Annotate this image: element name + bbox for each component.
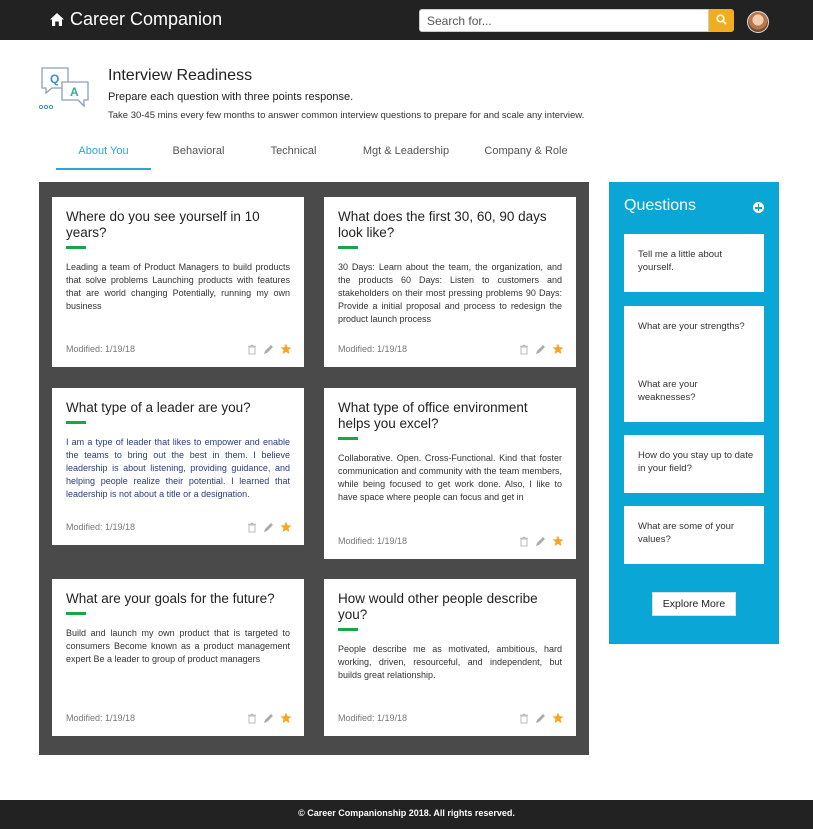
tab-company-role[interactable]: Company & Role	[471, 143, 581, 170]
pencil-icon[interactable]	[263, 522, 274, 533]
page-description: Take 30-45 mins every few months to answ…	[108, 110, 585, 121]
question-item[interactable]: What are some of your values?	[624, 506, 764, 564]
card-answer: Collaborative. Open. Cross-Functional. K…	[338, 453, 562, 502]
card-actions	[247, 712, 292, 724]
questions-heading: Questions	[624, 197, 697, 214]
card-answer: People describe me as motivated, ambitio…	[338, 644, 562, 680]
tab-mgt-leadership[interactable]: Mgt & Leadership	[341, 143, 471, 170]
tab-about-you[interactable]: About You	[56, 143, 151, 170]
card-modified-date: Modified: 1/19/18	[338, 713, 408, 723]
card-answer: Leading a team of Product Managers to bu…	[66, 262, 290, 311]
search-bar	[419, 9, 734, 32]
card-question: Where do you see yourself in 10 years?	[66, 209, 260, 240]
trash-icon[interactable]	[519, 536, 529, 547]
card-footer: Modified: 1/19/18	[66, 521, 292, 533]
card-actions	[247, 521, 292, 533]
trash-icon[interactable]	[247, 713, 257, 724]
star-icon[interactable]	[552, 535, 564, 547]
pencil-icon[interactable]	[263, 713, 274, 724]
search-icon	[716, 12, 727, 30]
card-answer: Build and launch my own product that is …	[66, 628, 290, 664]
questions-panel: Questions Tell me a little about yoursel…	[609, 182, 779, 644]
card-actions	[519, 712, 564, 724]
card-modified-date: Modified: 1/19/18	[338, 536, 408, 546]
tab-technical[interactable]: Technical	[246, 143, 341, 170]
card-modified-date: Modified: 1/19/18	[66, 522, 136, 532]
question-item[interactable]: Tell me a little about yourself.	[624, 234, 764, 292]
star-icon[interactable]	[552, 712, 564, 724]
pencil-icon[interactable]	[535, 713, 546, 724]
card-actions	[247, 343, 292, 355]
qa-logo-icon: Q A	[38, 66, 94, 117]
card-answer: 30 Days: Learn about the team, the organ…	[338, 262, 562, 324]
card-question: What type of a leader are you?	[66, 400, 251, 415]
card-modified-date: Modified: 1/19/18	[66, 713, 136, 723]
card-accent-bar	[338, 246, 358, 249]
tab-behavioral[interactable]: Behavioral	[151, 143, 246, 170]
question-item[interactable]: What are your weaknesses?	[624, 364, 764, 422]
answer-card[interactable]: What type of a leader are you? I am a ty…	[52, 388, 304, 545]
pencil-icon[interactable]	[535, 536, 546, 547]
answer-cards-board: Where do you see yourself in 10 years? L…	[39, 182, 589, 755]
card-accent-bar	[66, 246, 86, 249]
answer-card[interactable]: What type of office environment helps yo…	[324, 388, 576, 559]
card-actions	[519, 343, 564, 355]
star-icon[interactable]	[552, 343, 564, 355]
card-modified-date: Modified: 1/19/18	[338, 344, 408, 354]
trash-icon[interactable]	[519, 713, 529, 724]
question-item[interactable]: What are your strengths?	[624, 306, 764, 364]
card-accent-bar	[338, 628, 358, 631]
card-question: How would other people describe you?	[338, 591, 538, 622]
card-accent-bar	[66, 421, 86, 424]
search-input[interactable]	[419, 9, 709, 32]
trash-icon[interactable]	[247, 522, 257, 533]
card-actions	[519, 535, 564, 547]
card-modified-date: Modified: 1/19/18	[66, 344, 136, 354]
category-tabs: About You Behavioral Technical Mgt & Lea…	[56, 143, 581, 170]
answer-card[interactable]: What are your goals for the future? Buil…	[52, 579, 304, 736]
card-footer: Modified: 1/19/18	[338, 712, 564, 724]
card-question: What are your goals for the future?	[66, 591, 275, 606]
pencil-icon[interactable]	[263, 344, 274, 355]
question-item[interactable]: How do you stay up to date in your field…	[624, 435, 764, 493]
card-footer: Modified: 1/19/18	[66, 343, 292, 355]
home-icon	[49, 12, 65, 27]
add-question-icon[interactable]	[753, 202, 764, 213]
star-icon[interactable]	[280, 343, 292, 355]
star-icon[interactable]	[280, 521, 292, 533]
card-accent-bar	[338, 437, 358, 440]
explore-more-button[interactable]: Explore More	[652, 592, 736, 616]
trash-icon[interactable]	[519, 344, 529, 355]
brand-name: Career Companion	[70, 9, 223, 29]
page-footer: © Career Companionship 2018. All rights …	[0, 800, 813, 829]
top-navbar: Career Companion	[0, 0, 813, 40]
user-avatar[interactable]	[747, 11, 769, 33]
card-question: What type of office environment helps yo…	[338, 400, 528, 431]
search-button[interactable]	[709, 9, 734, 32]
qa-logo-a: A	[70, 85, 79, 99]
card-question: What does the first 30, 60, 90 days look…	[338, 209, 547, 240]
answer-card[interactable]: What does the first 30, 60, 90 days look…	[324, 197, 576, 367]
card-accent-bar	[66, 612, 86, 615]
card-footer: Modified: 1/19/18	[66, 712, 292, 724]
trash-icon[interactable]	[247, 344, 257, 355]
page-subtitle: Prepare each question with three points …	[108, 91, 354, 103]
card-answer: I am a type of leader that likes to empo…	[66, 437, 290, 499]
answer-card[interactable]: Where do you see yourself in 10 years? L…	[52, 197, 304, 367]
card-footer: Modified: 1/19/18	[338, 343, 564, 355]
star-icon[interactable]	[280, 712, 292, 724]
pencil-icon[interactable]	[535, 344, 546, 355]
answer-card[interactable]: How would other people describe you? Peo…	[324, 579, 576, 736]
page-title: Interview Readiness	[108, 67, 253, 84]
qa-logo-q: Q	[50, 72, 59, 86]
brand-link[interactable]: Career Companion	[49, 9, 222, 30]
card-footer: Modified: 1/19/18	[338, 535, 564, 547]
